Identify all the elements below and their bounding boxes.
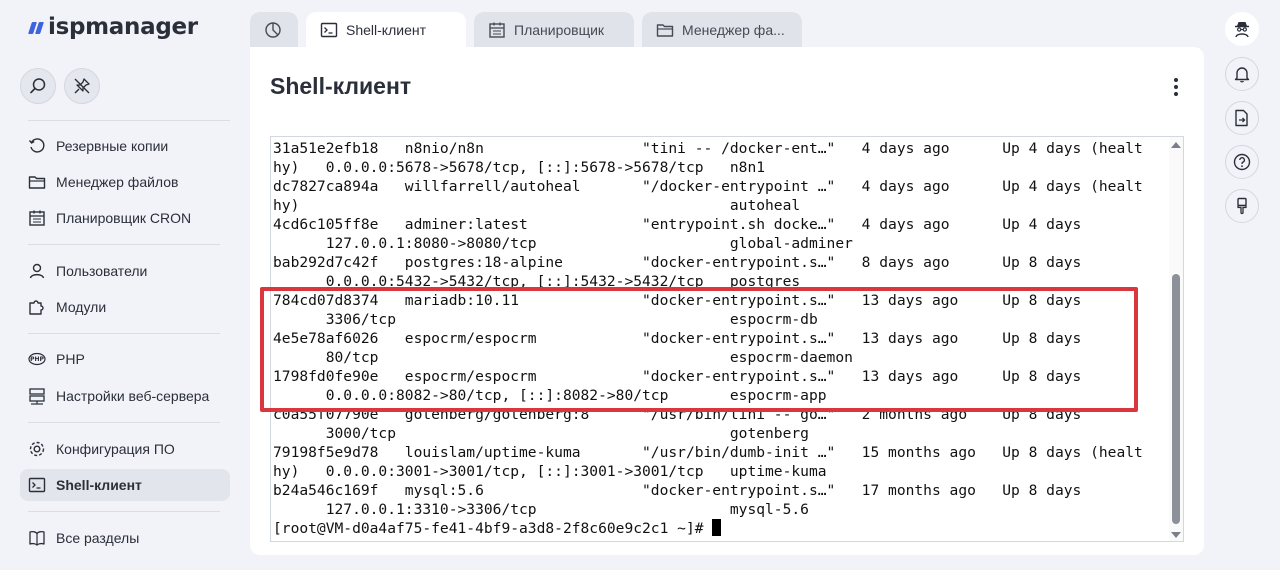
- sidebar-item-cron[interactable]: Планировщик CRON: [20, 202, 230, 234]
- terminal-line: hy) 0.0.0.0:3001->3001/tcp, [::]:3001->3…: [273, 463, 827, 480]
- tab-label: Shell-клиент: [346, 22, 426, 38]
- terminal-line: 79198f5e9d78 louislam/uptime-kuma "/usr/…: [273, 444, 1143, 461]
- php-icon: PHP: [28, 350, 46, 368]
- terminal-prompt: [root@VM-d0a4af75-fe41-4bf9-a3d8-2f8c60e…: [273, 520, 713, 537]
- folder-icon: [656, 21, 674, 39]
- sidebar-divider: [28, 244, 220, 245]
- sidebar-item-label: Shell-клиент: [56, 477, 142, 493]
- terminal-line: 127.0.0.1:8080->8080/tcp global-adminer: [273, 235, 853, 252]
- search-button[interactable]: [20, 68, 56, 104]
- user-agent-icon: [1235, 22, 1249, 38]
- sidebar-item-software-config[interactable]: Конфигурация ПО: [20, 433, 230, 465]
- terminal-line: hy) autoheal: [273, 197, 801, 214]
- theme-button[interactable]: [1225, 189, 1259, 223]
- sidebar-divider: [28, 333, 220, 334]
- sidebar-item-label: Менеджер файлов: [56, 174, 179, 190]
- scroll-down-arrow-icon[interactable]: [1171, 532, 1181, 538]
- sidebar-item-modules[interactable]: Модули: [20, 291, 230, 323]
- tab-label: Планировщик: [514, 22, 605, 38]
- sidebar-divider: [28, 120, 230, 121]
- tab-shell-client[interactable]: Shell-клиент: [306, 12, 466, 48]
- book-icon: [28, 529, 46, 547]
- sidebar-item-backups[interactable]: Резервные копии: [20, 130, 230, 162]
- scroll-up-arrow-icon[interactable]: [1171, 142, 1181, 148]
- sidebar-divider: [28, 511, 220, 512]
- tab-dashboard[interactable]: [250, 12, 298, 48]
- tab-scheduler[interactable]: Планировщик: [474, 12, 634, 48]
- sidebar-item-label: Конфигурация ПО: [56, 441, 175, 457]
- terminal-icon: [28, 476, 46, 494]
- main-panel: Shell-клиент 31a51e2efb18 n8nio/n8n "tin…: [250, 47, 1204, 555]
- unpin-button[interactable]: [64, 68, 100, 104]
- bell-icon: [1234, 67, 1250, 83]
- svg-text:PHP: PHP: [30, 356, 44, 363]
- terminal-line: 80/tcp espocrm-daemon: [273, 349, 853, 366]
- help-icon: [1233, 153, 1251, 171]
- search-icon: [30, 78, 46, 94]
- terminal-line: 4e5e78af6026 espocrm/espocrm "docker-ent…: [273, 330, 1082, 347]
- unpin-icon: [74, 78, 90, 94]
- tab-label: Менеджер фа...: [682, 22, 785, 38]
- brush-icon: [1237, 197, 1247, 215]
- sidebar-item-users[interactable]: Пользователи: [20, 255, 230, 287]
- terminal-scrollbar[interactable]: [1169, 137, 1183, 541]
- sidebar-item-label: Планировщик CRON: [56, 210, 192, 226]
- sidebar-item-label: Настройки веб-сервера: [56, 388, 210, 404]
- terminal-line: c0a55f07790e gotenberg/gotenberg:8 "/usr…: [273, 406, 1082, 423]
- backup-icon: [28, 137, 46, 155]
- terminal-line: bab292d7c42f postgres:18-alpine "docker-…: [273, 254, 1082, 271]
- help-button[interactable]: [1225, 145, 1259, 179]
- terminal-line: dc7827ca894a willfarrell/autoheal "/dock…: [273, 178, 1143, 195]
- sidebar-item-php[interactable]: PHP PHP: [20, 343, 230, 375]
- user-menu-button[interactable]: [1225, 12, 1259, 46]
- file-export-icon: [1235, 109, 1248, 127]
- scroll-thumb[interactable]: [1172, 274, 1180, 524]
- terminal-line: 784cd07d8374 mariadb:10.11 "docker-entry…: [273, 292, 1082, 309]
- terminal-icon: [320, 21, 338, 39]
- terminal-cursor: [712, 519, 722, 536]
- sidebar-item-label: Пользователи: [56, 263, 148, 279]
- terminal-line: b24a546c169f mysql:5.6 "docker-entrypoin…: [273, 482, 1082, 499]
- terminal-line: 4cd6c105ff8e adminer:latest "entrypoint.…: [273, 216, 1082, 233]
- calendar-icon: [28, 209, 46, 227]
- terminal-line: 127.0.0.1:3310->3306/tcp mysql-5.6: [273, 501, 809, 518]
- folder-icon: [28, 173, 46, 191]
- terminal-prompt-line[interactable]: [root@VM-d0a4af75-fe41-4bf9-a3d8-2f8c60e…: [273, 519, 1143, 538]
- server-icon: [28, 387, 46, 405]
- terminal-line: 0.0.0.0:8082->80/tcp, [::]:8082->80/tcp …: [273, 387, 827, 404]
- puzzle-icon: [28, 298, 46, 316]
- calendar-icon: [488, 21, 506, 39]
- sidebar-item-shell-client[interactable]: Shell-клиент: [20, 469, 230, 501]
- sidebar-divider: [28, 422, 220, 423]
- terminal-line: 3000/tcp gotenberg: [273, 425, 809, 442]
- sidebar-item-webserver-settings[interactable]: Настройки веб-сервера: [20, 380, 230, 412]
- terminal-line: 0.0.0.0:5432->5432/tcp, [::]:5432->5432/…: [273, 273, 801, 290]
- user-icon: [28, 262, 46, 280]
- sidebar-item-label: Модули: [56, 299, 107, 315]
- terminal-line: 1798fd0fe90e espocrm/espocrm "docker-ent…: [273, 368, 1082, 385]
- logo-text: ispmanager: [48, 14, 198, 40]
- terminal-line: 3306/tcp espocrm-db: [273, 311, 818, 328]
- terminal-line: 31a51e2efb18 n8nio/n8n "tini -- /docker-…: [273, 140, 1143, 157]
- more-menu-button[interactable]: [1166, 75, 1186, 99]
- notifications-button[interactable]: [1225, 57, 1259, 91]
- export-button[interactable]: [1225, 101, 1259, 135]
- gear-icon: [28, 440, 46, 458]
- sidebar-item-label: PHP: [56, 351, 85, 367]
- page-title: Shell-клиент: [270, 73, 412, 99]
- dashboard-pie-icon: [264, 21, 282, 39]
- sidebar-item-all-sections[interactable]: Все разделы: [20, 522, 230, 554]
- sidebar-item-label: Все разделы: [56, 530, 140, 546]
- terminal-output: 31a51e2efb18 n8nio/n8n "tini -- /docker-…: [273, 139, 1143, 538]
- logo[interactable]: ispmanager: [28, 14, 198, 40]
- more-vertical-icon: [1174, 78, 1178, 82]
- terminal[interactable]: 31a51e2efb18 n8nio/n8n "tini -- /docker-…: [270, 136, 1184, 542]
- sidebar: ispmanager Резервные копии Менеджер файл…: [0, 0, 240, 570]
- logo-mark-icon: [28, 20, 44, 34]
- sidebar-item-file-manager[interactable]: Менеджер файлов: [20, 166, 230, 198]
- terminal-line: hy) 0.0.0.0:5678->5678/tcp, [::]:5678->5…: [273, 159, 766, 176]
- sidebar-item-label: Резервные копии: [56, 138, 169, 154]
- tab-file-manager[interactable]: Менеджер фа...: [642, 12, 802, 48]
